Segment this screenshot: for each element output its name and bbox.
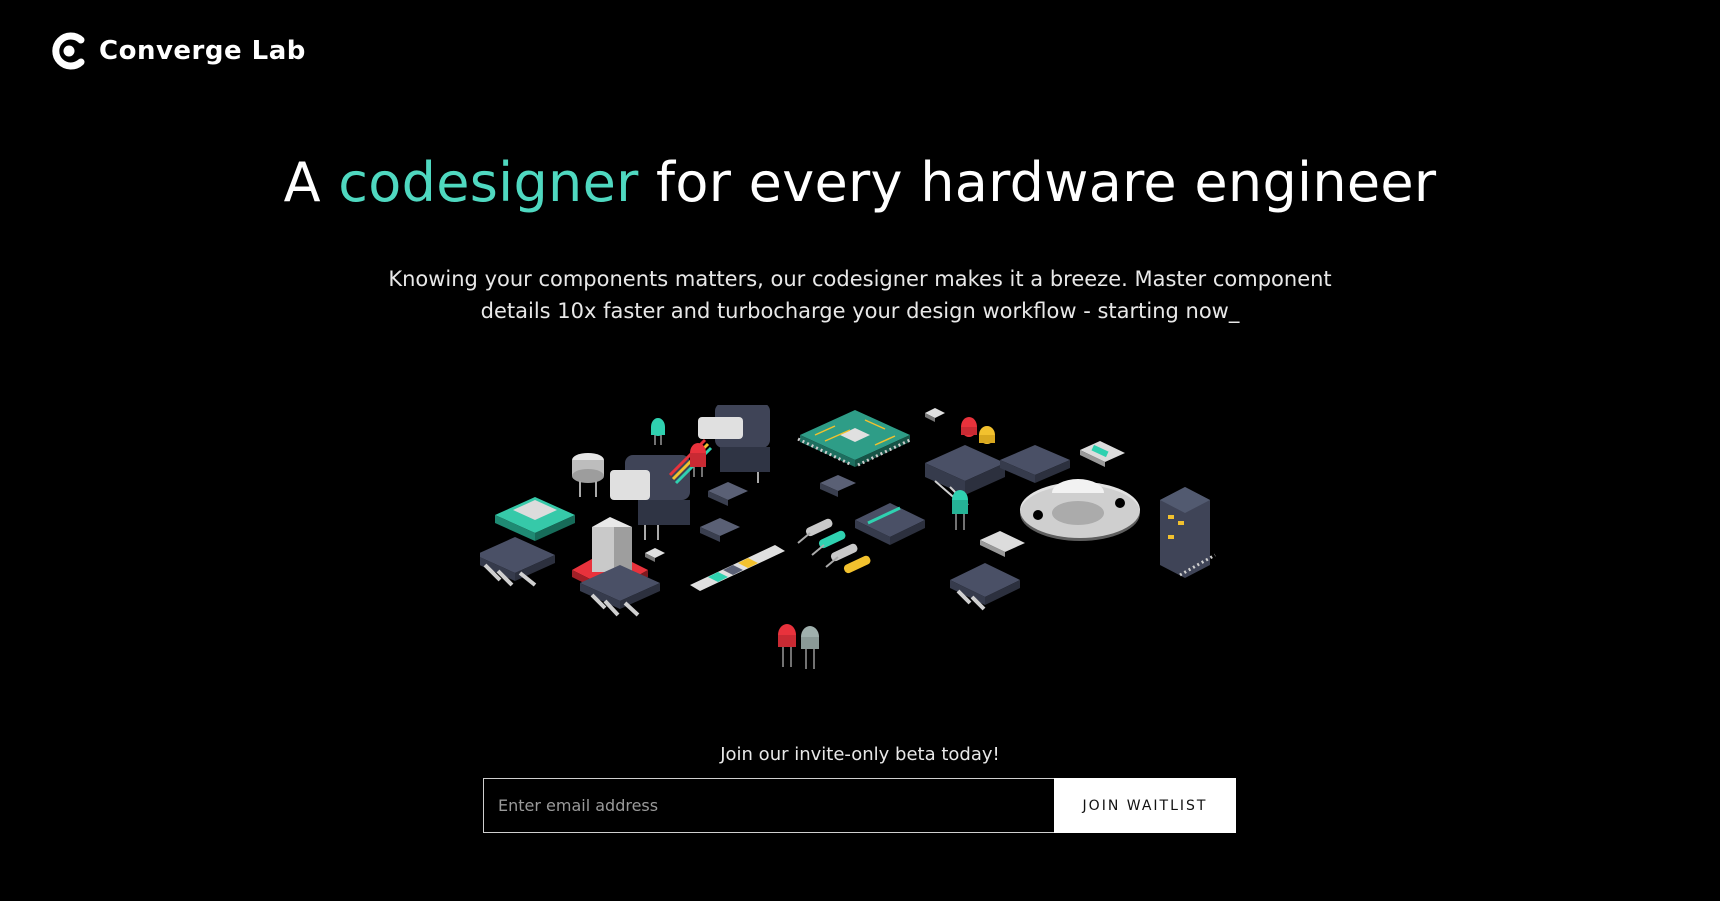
edge-connector-icon (1160, 487, 1216, 578)
subtext-line-2: details 10x faster and turbocharge your … (480, 299, 1240, 323)
brand-name: Converge Lab (99, 36, 306, 66)
microcontroller-icon (797, 410, 913, 467)
electronic-components-illustration (480, 405, 1216, 669)
headline-suffix: for every hardware engineer (638, 151, 1437, 214)
seven-segment-icon (980, 531, 1025, 557)
soic-chip-icon (1000, 445, 1070, 483)
sot223-icon (480, 537, 1020, 617)
display-module-icon (1080, 441, 1125, 467)
led-teal-icon (952, 490, 968, 530)
power-transistor-icon (1020, 479, 1140, 541)
smd-array-icon (690, 545, 785, 591)
email-input[interactable] (483, 778, 1054, 833)
sot-transistor-icon (700, 475, 856, 542)
hero-subtext: Knowing your components matters, our cod… (340, 263, 1380, 327)
waitlist-form: JOIN WAITLIST (483, 778, 1236, 833)
join-waitlist-button[interactable]: JOIN WAITLIST (1054, 778, 1236, 833)
qfn-chip-icon (495, 497, 575, 541)
led-red-icon (690, 443, 706, 477)
waitlist-label: Join our invite-only beta today! (720, 744, 1000, 765)
subtext-line-1: Knowing your components matters, our cod… (388, 267, 1332, 291)
led-bottom-icon (778, 624, 819, 669)
landing-page: Converge Lab A codesigner for every hard… (0, 0, 1720, 901)
headline-prefix: A (283, 151, 339, 214)
soic-middle-icon (855, 503, 925, 545)
brand-logo[interactable]: Converge Lab (50, 30, 306, 72)
trimpot-icon (572, 453, 604, 497)
led-green-icon (651, 418, 665, 445)
hero-headline: A codesigner for every hardware engineer (0, 148, 1720, 218)
converge-c-logo-icon (52, 32, 85, 70)
connector-icon (610, 405, 770, 540)
led-pair-icon (961, 417, 995, 444)
headline-accent: codesigner (338, 151, 639, 214)
